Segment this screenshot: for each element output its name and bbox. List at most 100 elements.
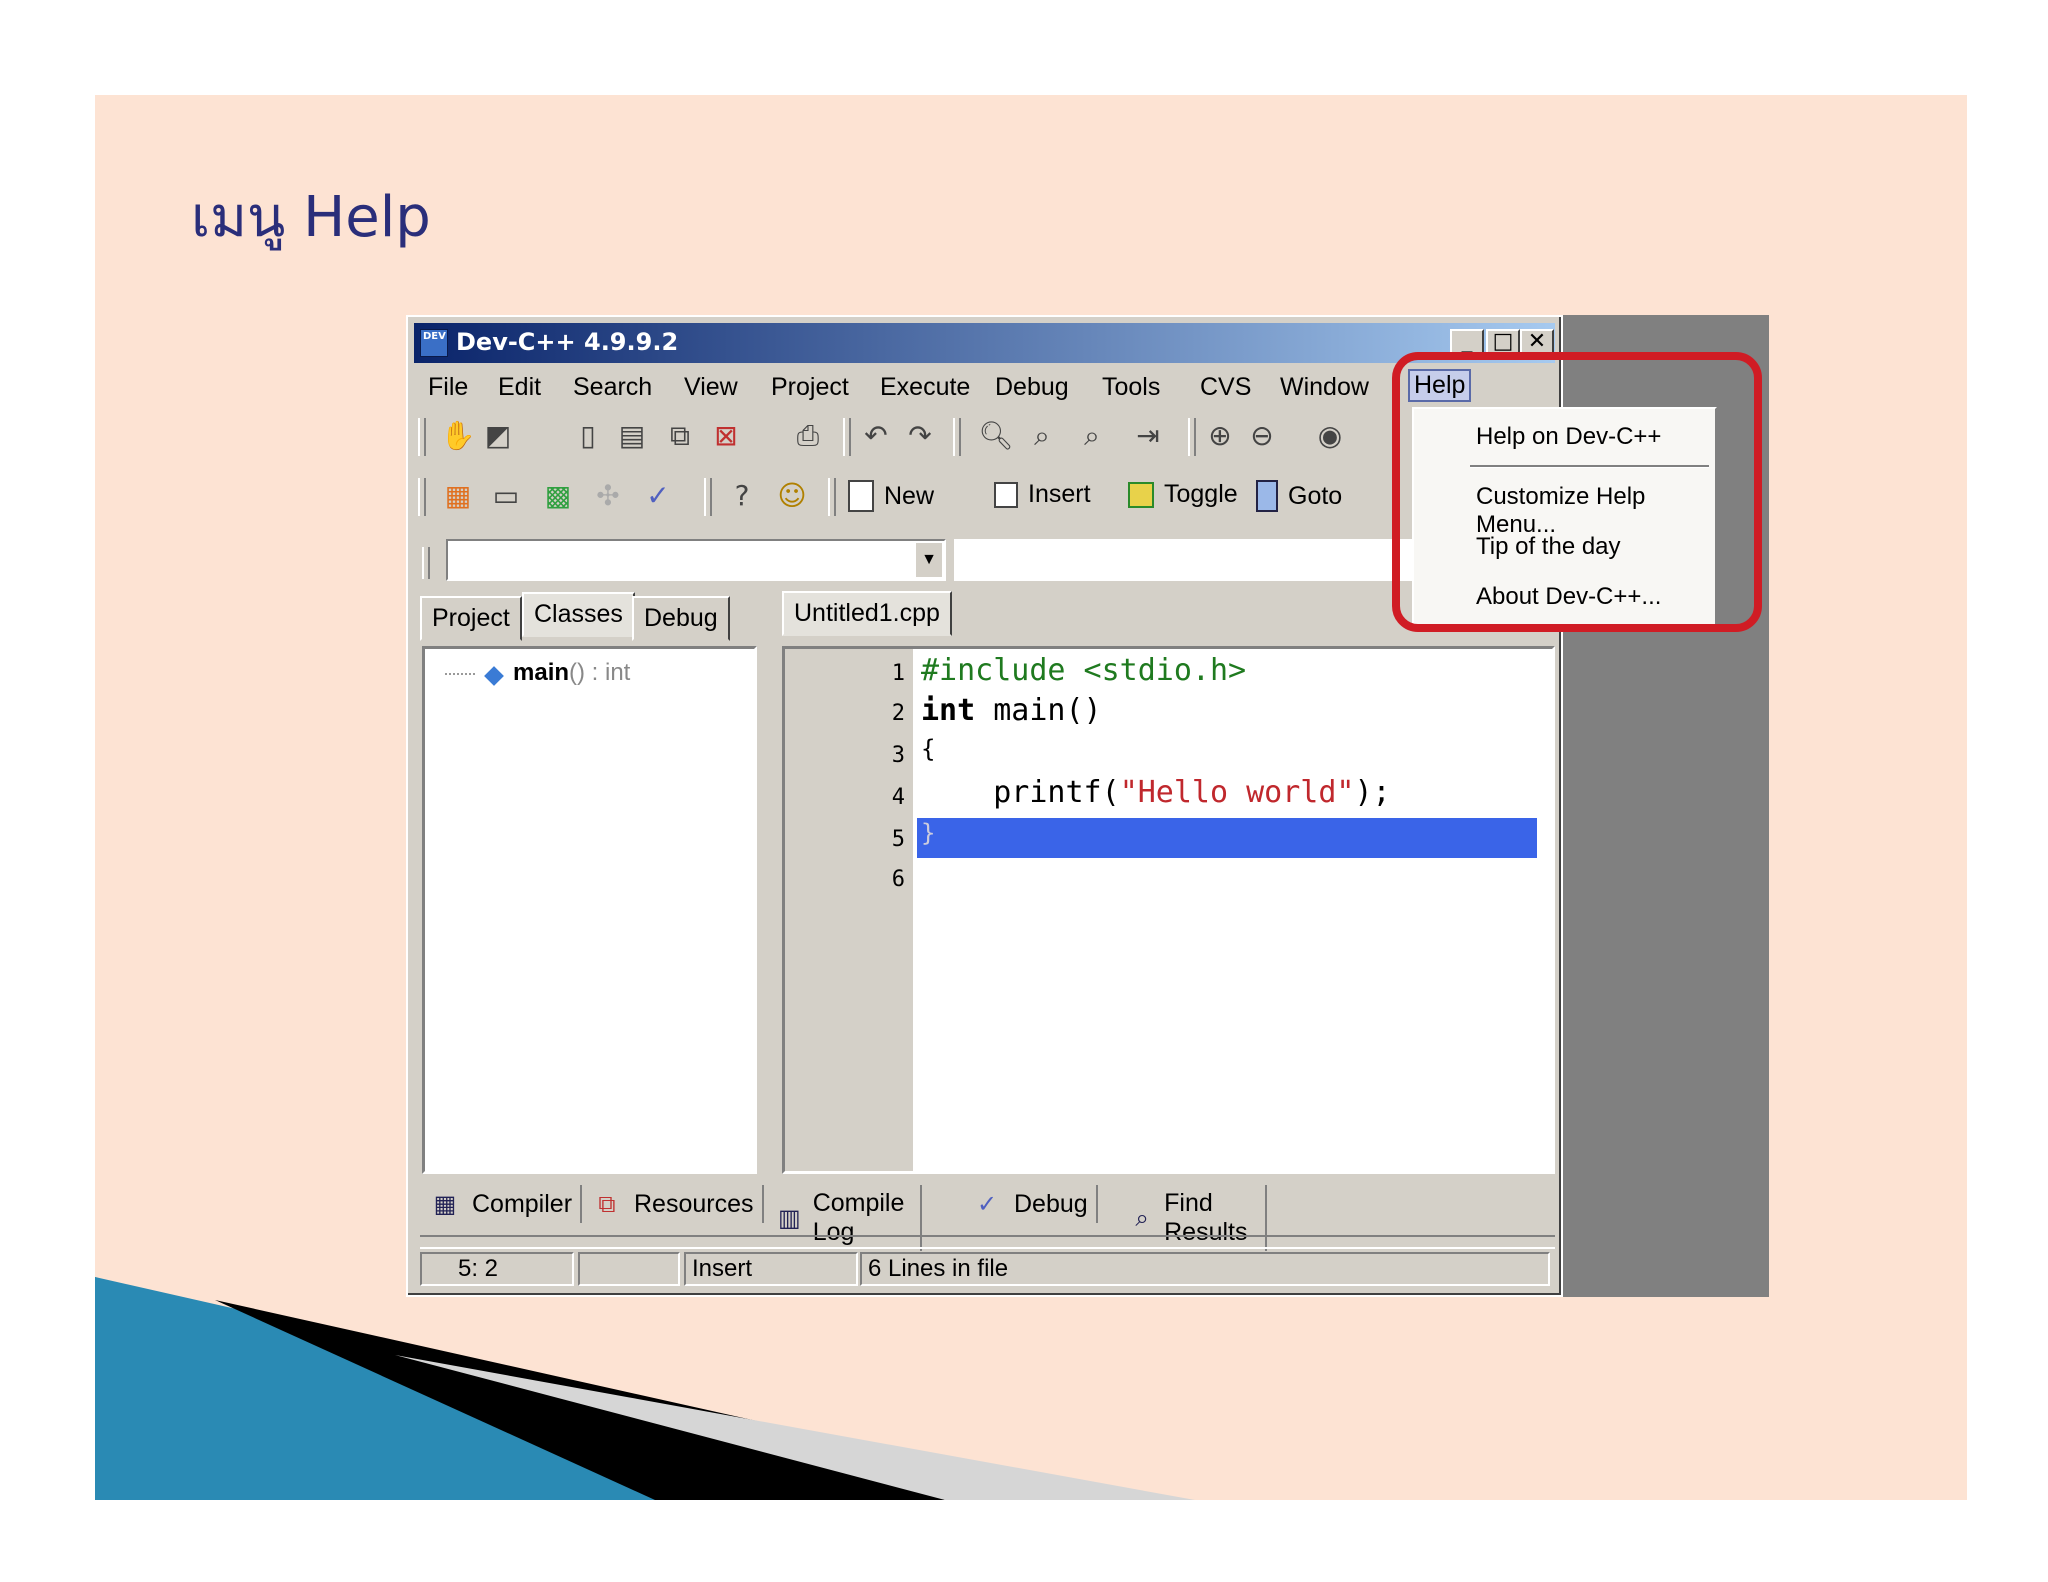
- secondary-toolbar: ▦ ▭ ▩ ✣ ✓ ? ☺ New Insert Toggle Goto: [418, 472, 1418, 522]
- line-number: 3: [891, 743, 905, 768]
- smiley-icon[interactable]: ☺: [774, 478, 810, 514]
- tab-untitled1[interactable]: Untitled1.cpp: [782, 591, 952, 636]
- menu-window[interactable]: Window: [1276, 371, 1373, 404]
- code-call: printf(: [921, 775, 1120, 810]
- compile-run-icon[interactable]: ▩: [540, 478, 576, 514]
- function-icon: [484, 666, 504, 686]
- code-line-5: }: [921, 819, 936, 847]
- find-results-icon: ⌕: [1135, 1204, 1149, 1232]
- code-string: "Hello world": [1119, 775, 1355, 810]
- line-number: 6: [891, 867, 905, 892]
- slide-title: เมนู Help: [191, 185, 431, 250]
- menu-search[interactable]: Search: [569, 371, 656, 404]
- class-browser-icon[interactable]: ◩: [480, 418, 516, 454]
- new-button-label: New: [884, 481, 935, 510]
- tab-resources[interactable]: ⧉ Resources: [584, 1185, 764, 1223]
- menu-edit[interactable]: Edit: [494, 371, 545, 404]
- code-line-3: {: [921, 735, 936, 763]
- new-page-icon: [848, 480, 874, 512]
- devcpp-window: DEV Dev-C++ 4.9.9.2 _ □ ✕ File Edit Sear…: [406, 315, 1563, 1297]
- menu-debug[interactable]: Debug: [991, 371, 1073, 404]
- code-end: );: [1354, 775, 1391, 810]
- tree-line: [445, 673, 475, 675]
- check-syntax-icon[interactable]: ✓: [640, 478, 676, 514]
- print-icon[interactable]: ⎙: [790, 418, 826, 454]
- add-to-project-icon[interactable]: ⊕: [1202, 418, 1238, 454]
- tab-debug-output-label: Debug: [1014, 1189, 1088, 1218]
- toggle-bookmark-icon: [1128, 481, 1154, 508]
- run-icon[interactable]: ▭: [488, 478, 524, 514]
- chevron-down-icon[interactable]: ▼: [916, 543, 942, 577]
- toolbar-grip: [704, 478, 712, 516]
- tree-item-main[interactable]: main() : int: [513, 659, 630, 687]
- keyword: int: [921, 693, 976, 728]
- save-all-icon[interactable]: ⧉: [662, 418, 698, 454]
- find-next-icon[interactable]: ⌕: [1024, 418, 1060, 454]
- app-icon: DEV: [420, 329, 448, 357]
- insert-button-label: Insert: [1028, 480, 1091, 508]
- selected-line: [917, 818, 1537, 858]
- status-position: 5: 2: [420, 1252, 574, 1286]
- save-icon[interactable]: ▤: [614, 418, 650, 454]
- code-line-2: int main(): [921, 693, 1102, 728]
- toggle-button-label: Toggle: [1164, 480, 1238, 508]
- insert-icon: [994, 481, 1018, 508]
- status-bar: 5: 2 Insert 6 Lines in file: [414, 1250, 1555, 1290]
- line-number: 4: [891, 785, 905, 810]
- help-question-icon[interactable]: ?: [724, 478, 760, 514]
- tab-compiler-label: Compiler: [472, 1189, 573, 1218]
- tree-item-signature: () : int: [569, 659, 631, 686]
- splitter[interactable]: [420, 1235, 1555, 1249]
- title-bar: DEV Dev-C++ 4.9.9.2 _ □ ✕: [414, 323, 1555, 363]
- menu-file[interactable]: File: [424, 371, 472, 404]
- menu-tools[interactable]: Tools: [1098, 371, 1164, 404]
- new-button[interactable]: New: [848, 480, 934, 512]
- goto-button[interactable]: Goto: [1256, 480, 1342, 512]
- toolbar-grip[interactable]: [418, 478, 426, 516]
- code-line-1: #include <stdio.h>: [921, 653, 1247, 688]
- compiler-grid-icon: ▦: [433, 1190, 457, 1218]
- open-project-icon[interactable]: ✋: [440, 418, 476, 454]
- line-gutter: [785, 649, 913, 1171]
- tab-debug[interactable]: Debug: [632, 596, 730, 641]
- close-file-icon[interactable]: ⊠: [708, 418, 744, 454]
- compile-icon[interactable]: ◉: [1312, 418, 1348, 454]
- compile-grid-icon[interactable]: ▦: [440, 478, 476, 514]
- new-file-icon[interactable]: ▯: [570, 418, 606, 454]
- toggle-button[interactable]: Toggle: [1128, 480, 1238, 509]
- tab-compiler[interactable]: ▦ Compiler: [422, 1185, 583, 1223]
- goto-line-icon[interactable]: ⇥: [1130, 418, 1166, 454]
- menubar: File Edit Search View Project Execute De…: [414, 367, 1555, 407]
- menu-execute[interactable]: Execute: [876, 371, 974, 404]
- line-number: 1: [891, 661, 905, 686]
- status-mode: Insert: [684, 1252, 858, 1286]
- menu-cvs[interactable]: CVS: [1196, 371, 1255, 404]
- code-text: main(): [975, 693, 1102, 728]
- main-toolbar: ✋ ◩ ▯ ▤ ⧉ ⊠ ⎙ ↶ ↷ 🔍︎ ⌕ ⌕ ⇥ ⊕ ⊖ ◉: [418, 412, 1418, 462]
- line-number: 2: [891, 701, 905, 726]
- tab-project[interactable]: Project: [420, 596, 522, 641]
- window-title: Dev-C++ 4.9.9.2: [456, 328, 679, 356]
- tab-debug-output[interactable]: ✓ Debug: [964, 1185, 1098, 1223]
- replace-icon[interactable]: ⌕: [1074, 418, 1110, 454]
- bar-chart-icon: ▥: [778, 1204, 801, 1232]
- redo-icon[interactable]: ↷: [902, 418, 938, 454]
- tab-classes[interactable]: Classes: [522, 592, 635, 637]
- menu-view[interactable]: View: [680, 371, 742, 404]
- tab-resources-label: Resources: [634, 1189, 754, 1218]
- insert-button[interactable]: Insert: [994, 480, 1091, 509]
- highlight-box: [1392, 352, 1762, 632]
- find-icon[interactable]: 🔍︎: [978, 418, 1014, 454]
- menu-project[interactable]: Project: [767, 371, 853, 404]
- resources-icon: ⧉: [598, 1190, 616, 1218]
- toolbar-grip: [828, 478, 836, 516]
- line-number: 5: [891, 827, 905, 852]
- toolbar-grip[interactable]: [418, 418, 426, 456]
- rebuild-icon[interactable]: ✣: [590, 478, 626, 514]
- remove-from-project-icon[interactable]: ⊖: [1244, 418, 1280, 454]
- code-editor[interactable]: 1 2 3 4 5 6 #include <stdio.h> int main(…: [782, 646, 1555, 1174]
- toolbar-grip: [843, 418, 851, 456]
- class-combo[interactable]: ▼: [446, 539, 946, 581]
- check-icon: ✓: [976, 1190, 998, 1218]
- undo-icon[interactable]: ↶: [858, 418, 894, 454]
